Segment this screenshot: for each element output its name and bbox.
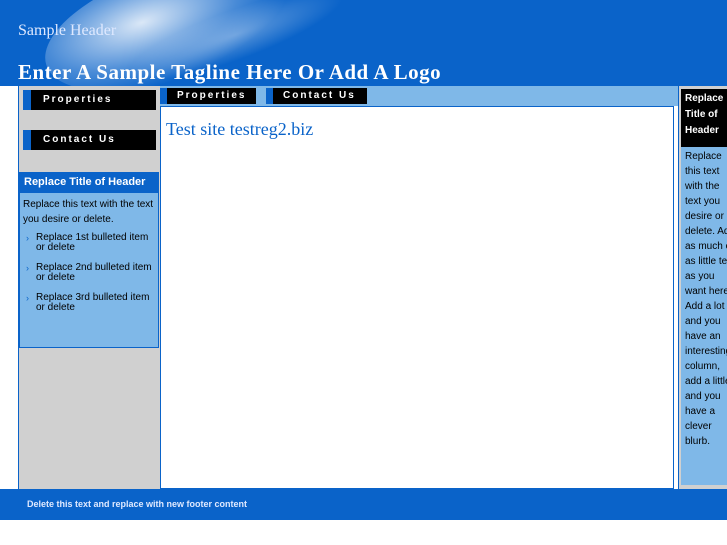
list-item: › Replace 2nd bulleted item or delete — [26, 262, 152, 283]
left-box-body: Replace this text with the text you desi… — [23, 199, 154, 225]
right-sidebar-title: Replace Title of Header — [681, 89, 727, 149]
list-item: › Replace 3rd bulleted item or delete — [26, 292, 150, 313]
top-nav-bar: Properties Contact Us — [160, 86, 678, 106]
footer: Delete this text and replace with new fo… — [0, 489, 727, 520]
header-banner: Sample Header Enter A Sample Tagline Her… — [0, 0, 727, 86]
left-box-bullet-list: › Replace 1st bulleted item or delete › Re… — [20, 233, 158, 313]
page-title: Test site testreg2.biz — [166, 119, 314, 139]
site-tagline: Enter A Sample Tagline Here Or Add A Log… — [18, 60, 442, 84]
left-sidebar-box: Replace Title of Header Replace this tex… — [19, 172, 159, 348]
left-box-title: Replace Title of Header — [20, 173, 158, 193]
bullet-arrow-icon: › — [26, 293, 29, 303]
main-content: Test site testreg2.biz — [160, 106, 674, 489]
top-nav-properties[interactable]: Properties — [160, 88, 256, 104]
right-sidebar-body: Replace this text with the text you desi… — [681, 147, 727, 485]
left-sidebar: Properties Contact Us Replace Title of H… — [18, 86, 160, 489]
list-item: › Replace 1st bulleted item or delete — [26, 232, 149, 253]
top-nav-contact-us[interactable]: Contact Us — [266, 88, 367, 104]
bullet-arrow-icon: › — [26, 233, 29, 243]
site-header-title: Sample Header — [18, 22, 117, 39]
bullet-arrow-icon: › — [26, 263, 29, 273]
footer-text: Delete this text and replace with new fo… — [27, 499, 248, 509]
right-sidebar: Replace Title of Header Replace this tex… — [678, 86, 727, 489]
left-nav-contact-us[interactable]: Contact Us — [23, 130, 156, 150]
left-nav-properties[interactable]: Properties — [23, 90, 156, 110]
